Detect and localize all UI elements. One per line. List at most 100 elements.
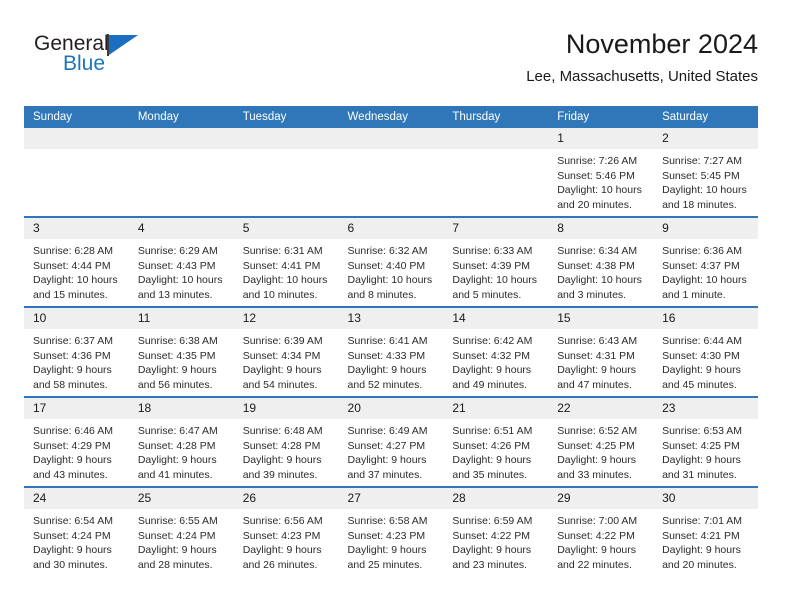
day-details: Sunrise: 6:34 AM Sunset: 4:38 PM Daylight:… (548, 239, 653, 302)
day-details: Sunrise: 6:42 AM Sunset: 4:32 PM Daylight:… (443, 329, 548, 392)
calendar-day-cell[interactable]: 1 Sunrise: 7:26 AM Sunset: 5:46 PM Daylight… (548, 128, 654, 217)
weekday-header-row: Sunday Monday Tuesday Wednesday Thursday… (24, 106, 758, 128)
day-number: 28 (443, 488, 549, 509)
weekday-header-tuesday: Tuesday (233, 106, 339, 128)
day-details: Sunrise: 6:29 AM Sunset: 4:43 PM Daylight:… (129, 239, 234, 302)
sunrise-text: Sunrise: 6:59 AM (452, 515, 533, 527)
sunset-text: Sunset: 4:38 PM (557, 259, 635, 272)
daylight-text: Daylight: 9 hours and 54 minutes. (242, 364, 322, 391)
sunrise-text: Sunrise: 6:29 AM (137, 245, 218, 257)
day-details: Sunrise: 6:51 AM Sunset: 4:26 PM Daylight:… (443, 419, 548, 482)
daylight-text: Daylight: 9 hours and 52 minutes. (347, 364, 427, 391)
day-number: 23 (653, 398, 758, 419)
calendar-day-cell[interactable]: 25 Sunrise: 6:55 AM Sunset: 4:24 PM Dayligh… (128, 486, 234, 576)
sunrise-text: Sunrise: 6:41 AM (347, 335, 428, 347)
sunrise-text: Sunrise: 6:55 AM (137, 515, 218, 527)
calendar-day-cell[interactable]: 19 Sunrise: 6:48 AM Sunset: 4:28 PM Dayligh… (233, 396, 339, 487)
daylight-text: Daylight: 9 hours and 37 minutes. (347, 454, 427, 481)
day-number: 21 (443, 398, 549, 419)
calendar-day-cell[interactable]: 3 Sunrise: 6:28 AM Sunset: 4:44 PM Daylight… (24, 216, 129, 307)
calendar-day-cell[interactable]: 15 Sunrise: 6:43 AM Sunset: 4:31 PM Dayligh… (548, 306, 654, 397)
day-number: 16 (653, 308, 758, 329)
sunset-text: Sunset: 4:25 PM (557, 439, 635, 452)
sunrise-text: Sunrise: 7:27 AM (662, 155, 743, 167)
generalblue-logo[interactable]: General Blue (34, 32, 154, 80)
calendar-day-cell[interactable]: 6 Sunrise: 6:32 AM Sunset: 4:40 PM Daylight… (338, 216, 444, 307)
calendar-day-cell[interactable]: 16 Sunrise: 6:44 AM Sunset: 4:30 PM Dayligh… (653, 306, 758, 397)
day-details: Sunrise: 6:37 AM Sunset: 4:36 PM Daylight:… (24, 329, 129, 392)
daylight-text: Daylight: 9 hours and 41 minutes. (137, 454, 217, 481)
day-number: 22 (548, 398, 654, 419)
calendar-day-cell[interactable]: 12 Sunrise: 6:39 AM Sunset: 4:34 PM Dayligh… (233, 306, 339, 397)
daylight-text: Daylight: 10 hours and 10 minutes. (242, 274, 328, 301)
sunset-text: Sunset: 5:46 PM (557, 169, 635, 182)
daylight-text: Daylight: 9 hours and 56 minutes. (137, 364, 217, 391)
calendar-week-row: 10 Sunrise: 6:37 AM Sunset: 4:36 PM Dayligh… (24, 306, 758, 397)
sunrise-text: Sunrise: 6:58 AM (347, 515, 428, 527)
logo-text-blue: Blue (63, 52, 106, 75)
calendar-day-cell[interactable]: 10 Sunrise: 6:37 AM Sunset: 4:36 PM Dayligh… (24, 306, 129, 397)
calendar-day-cell[interactable]: 20 Sunrise: 6:49 AM Sunset: 4:27 PM Dayligh… (338, 396, 444, 487)
sunrise-text: Sunrise: 7:26 AM (557, 155, 638, 167)
calendar-day-cell[interactable]: 17 Sunrise: 6:46 AM Sunset: 4:29 PM Dayligh… (24, 396, 129, 487)
sunset-text: Sunset: 4:24 PM (137, 529, 216, 542)
sunrise-text: Sunrise: 6:48 AM (242, 425, 323, 437)
sunrise-text: Sunrise: 6:47 AM (137, 425, 218, 437)
calendar-day-cell[interactable]: 5 Sunrise: 6:31 AM Sunset: 4:41 PM Daylight… (233, 216, 339, 307)
calendar-day-cell[interactable]: 26 Sunrise: 6:56 AM Sunset: 4:23 PM Dayligh… (233, 486, 339, 576)
daylight-text: Daylight: 9 hours and 49 minutes. (452, 364, 532, 391)
calendar-day-cell[interactable]: 22 Sunrise: 6:52 AM Sunset: 4:25 PM Dayligh… (548, 396, 654, 487)
day-number: 10 (24, 308, 129, 329)
calendar-cell-empty (233, 128, 339, 217)
sunset-text: Sunset: 4:23 PM (242, 529, 321, 542)
calendar-cell-empty (24, 128, 129, 217)
day-details: Sunrise: 6:52 AM Sunset: 4:25 PM Daylight:… (548, 419, 653, 482)
calendar-day-cell[interactable]: 9 Sunrise: 6:36 AM Sunset: 4:37 PM Daylight… (653, 216, 758, 307)
day-number: 30 (653, 488, 758, 509)
day-number: 3 (24, 218, 129, 239)
calendar-day-cell[interactable]: 4 Sunrise: 6:29 AM Sunset: 4:43 PM Daylight… (128, 216, 234, 307)
day-number: 14 (443, 308, 549, 329)
weekday-header-saturday: Saturday (653, 106, 758, 128)
calendar-day-cell[interactable]: 18 Sunrise: 6:47 AM Sunset: 4:28 PM Dayligh… (128, 396, 234, 487)
day-number: 24 (24, 488, 129, 509)
sunrise-text: Sunrise: 6:56 AM (242, 515, 323, 527)
day-details: Sunrise: 6:38 AM Sunset: 4:35 PM Daylight:… (129, 329, 234, 392)
calendar-day-cell[interactable]: 11 Sunrise: 6:38 AM Sunset: 4:35 PM Dayligh… (128, 306, 234, 397)
day-details: Sunrise: 6:49 AM Sunset: 4:27 PM Daylight:… (339, 419, 444, 482)
day-details: Sunrise: 6:41 AM Sunset: 4:33 PM Daylight:… (339, 329, 444, 392)
calendar-day-cell[interactable]: 24 Sunrise: 6:54 AM Sunset: 4:24 PM Dayligh… (24, 486, 129, 576)
day-details: Sunrise: 6:48 AM Sunset: 4:28 PM Daylight:… (234, 419, 339, 482)
sunset-text: Sunset: 4:35 PM (137, 349, 216, 362)
sunrise-text: Sunrise: 6:53 AM (662, 425, 743, 437)
calendar-day-cell[interactable]: 14 Sunrise: 6:42 AM Sunset: 4:32 PM Dayligh… (443, 306, 549, 397)
day-number: 15 (548, 308, 654, 329)
calendar-week-row: 24 Sunrise: 6:54 AM Sunset: 4:24 PM Dayligh… (24, 486, 758, 576)
day-number (233, 128, 339, 149)
calendar-week-row: 1 Sunrise: 7:26 AM Sunset: 5:46 PM Daylight… (24, 128, 758, 217)
day-number: 12 (233, 308, 339, 329)
day-number: 9 (653, 218, 758, 239)
day-details: Sunrise: 6:44 AM Sunset: 4:30 PM Daylight:… (653, 329, 758, 392)
sunrise-text: Sunrise: 6:51 AM (452, 425, 533, 437)
calendar-day-cell[interactable]: 29 Sunrise: 7:00 AM Sunset: 4:22 PM Dayligh… (548, 486, 654, 576)
sunset-text: Sunset: 4:27 PM (347, 439, 426, 452)
calendar-day-cell[interactable]: 23 Sunrise: 6:53 AM Sunset: 4:25 PM Dayligh… (653, 396, 758, 487)
calendar-day-cell[interactable]: 30 Sunrise: 7:01 AM Sunset: 4:21 PM Dayligh… (653, 486, 758, 576)
weekday-header-wednesday: Wednesday (338, 106, 444, 128)
calendar-day-cell[interactable]: 27 Sunrise: 6:58 AM Sunset: 4:23 PM Dayligh… (338, 486, 444, 576)
daylight-text: Daylight: 10 hours and 3 minutes. (557, 274, 642, 301)
day-number: 27 (338, 488, 444, 509)
calendar-day-cell[interactable]: 21 Sunrise: 6:51 AM Sunset: 4:26 PM Dayligh… (443, 396, 549, 487)
daylight-text: Daylight: 9 hours and 26 minutes. (242, 544, 322, 571)
triangle-flag-icon (109, 35, 138, 55)
day-details: Sunrise: 7:27 AM Sunset: 5:45 PM Daylight:… (653, 149, 758, 212)
day-details: Sunrise: 7:00 AM Sunset: 4:22 PM Daylight:… (548, 509, 653, 572)
calendar-day-cell[interactable]: 2 Sunrise: 7:27 AM Sunset: 5:45 PM Daylight… (653, 128, 758, 217)
calendar-day-cell[interactable]: 7 Sunrise: 6:33 AM Sunset: 4:39 PM Daylight… (443, 216, 549, 307)
calendar-day-cell[interactable]: 8 Sunrise: 6:34 AM Sunset: 4:38 PM Daylight… (548, 216, 654, 307)
sunset-text: Sunset: 4:37 PM (662, 259, 740, 272)
calendar-day-cell[interactable]: 28 Sunrise: 6:59 AM Sunset: 4:22 PM Dayligh… (443, 486, 549, 576)
day-details: Sunrise: 6:56 AM Sunset: 4:23 PM Daylight:… (234, 509, 339, 572)
calendar-day-cell[interactable]: 13 Sunrise: 6:41 AM Sunset: 4:33 PM Dayligh… (338, 306, 444, 397)
